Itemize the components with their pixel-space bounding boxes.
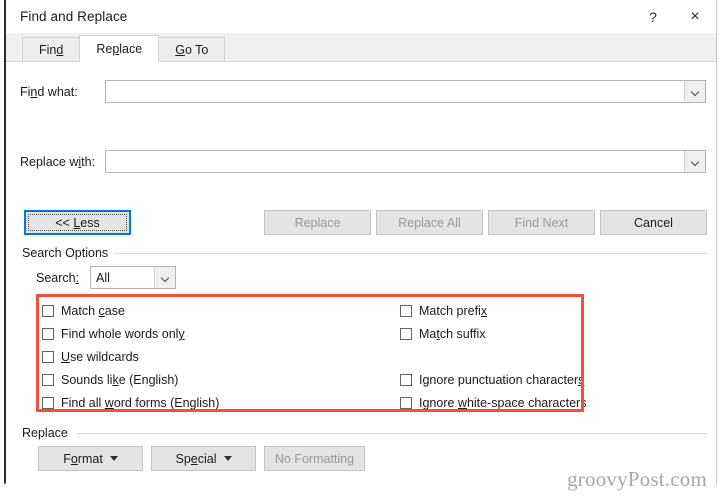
checkbox-find-whole-words-only[interactable]: Find whole words only: [42, 326, 185, 342]
replace-all-button[interactable]: Replace All: [376, 210, 483, 235]
checkbox-box[interactable]: [42, 374, 54, 386]
no-formatting-button[interactable]: No Formatting: [264, 446, 365, 471]
search-scope-dropdown-button[interactable]: [154, 267, 175, 288]
tab-goto-accel: G: [175, 42, 185, 57]
search-scope-label-a: Search: [36, 271, 76, 285]
checkbox-sounds-like-label: Sounds like (English): [61, 373, 179, 387]
checkbox-box[interactable]: [42, 328, 54, 340]
window-controls: ? ×: [632, 0, 716, 33]
format-label-b: rmat: [77, 451, 103, 466]
window-title: Find and Replace: [20, 9, 128, 24]
chevron-down-icon: [692, 88, 699, 95]
search-scope-combobox[interactable]: All: [90, 266, 176, 289]
less-label-b: ess: [80, 215, 100, 230]
tab-find-label-a: Fin: [39, 42, 57, 57]
find-what-label: Find what:: [20, 85, 78, 99]
tab-replace-accel: p: [112, 41, 120, 56]
chevron-down-icon: [223, 456, 232, 461]
replace-with-label-b: th:: [81, 155, 96, 169]
chevron-down-icon: [162, 274, 169, 281]
checkbox-match-prefix[interactable]: Match prefix: [400, 303, 487, 319]
checkbox-use-wildcards[interactable]: Use wildcards: [42, 349, 139, 365]
checkbox-match-suffix-label: Match suffix: [419, 327, 486, 341]
format-label-a: F: [63, 451, 71, 466]
checkbox-ignore-white-space-label: Ignore white-space characters: [419, 396, 587, 410]
tab-replace[interactable]: Re p lace: [79, 35, 160, 62]
search-options-divider: [109, 253, 707, 254]
find-what-label-b: d what:: [37, 85, 78, 99]
special-label-b: cial: [197, 451, 217, 466]
find-what-input[interactable]: [106, 81, 684, 102]
dialog-body: Find what: Replace with: << Less Replace…: [6, 62, 716, 484]
replace-button[interactable]: Replace: [264, 210, 371, 235]
checkbox-match-suffix[interactable]: Match suffix: [400, 326, 485, 342]
less-button[interactable]: << Less: [24, 210, 131, 235]
checkbox-match-case-label: Match case: [61, 304, 125, 318]
search-scope-label: Search:: [36, 271, 79, 285]
chevron-down-icon: [692, 158, 699, 165]
special-button[interactable]: Special: [151, 446, 256, 471]
replace-group-label: Replace: [22, 426, 74, 440]
checkbox-box[interactable]: [42, 351, 54, 363]
special-accel: e: [190, 451, 198, 466]
checkbox-ignore-punctuation-label: Ignore punctuation characters: [419, 373, 585, 387]
title-bar: Find and Replace ? ×: [6, 0, 716, 33]
checkbox-box[interactable]: [42, 397, 54, 409]
checkbox-find-whole-words-only-label: Find whole words only: [61, 327, 185, 341]
checkbox-box[interactable]: [400, 305, 412, 317]
checkbox-ignore-punctuation[interactable]: Ignore punctuation characters: [400, 372, 584, 388]
checkbox-match-case[interactable]: Match case: [42, 303, 125, 319]
format-accel: o: [70, 451, 78, 466]
tab-replace-label-b: lace: [119, 41, 143, 56]
find-and-replace-dialog: Find and Replace ? × Fin d Re p lace Go To …: [4, 0, 717, 484]
replace-group-divider: [77, 433, 707, 434]
find-what-combobox[interactable]: [105, 80, 706, 103]
chevron-down-icon: [109, 456, 118, 461]
cancel-button[interactable]: Cancel: [600, 210, 707, 235]
search-scope-value[interactable]: All: [91, 267, 154, 288]
checkbox-box[interactable]: [400, 328, 412, 340]
replace-with-dropdown-button[interactable]: [684, 151, 705, 172]
tab-go-to[interactable]: Go To: [158, 37, 226, 62]
less-label-a: <<: [55, 215, 74, 230]
special-label-a: Sp: [175, 451, 191, 466]
help-icon[interactable]: ?: [632, 0, 674, 33]
find-what-dropdown-button[interactable]: [684, 81, 705, 102]
checkbox-match-prefix-label: Match prefix: [419, 304, 488, 318]
search-scope-accel: :: [75, 271, 80, 285]
search-options-group-label: Search Options: [22, 246, 115, 260]
tab-replace-label-a: Re: [96, 41, 113, 56]
tab-find[interactable]: Fin d: [22, 37, 81, 62]
checkbox-use-wildcards-label: Use wildcards: [61, 350, 139, 364]
checkbox-find-all-word-forms[interactable]: Find all word forms (English): [42, 395, 219, 411]
replace-with-combobox[interactable]: [105, 150, 706, 173]
replace-with-label: Replace with:: [20, 155, 95, 169]
replace-with-input[interactable]: [106, 151, 684, 172]
checkbox-find-all-word-forms-label: Find all word forms (English): [61, 396, 220, 410]
format-button[interactable]: Format: [38, 446, 143, 471]
checkbox-box[interactable]: [400, 397, 412, 409]
checkbox-ignore-white-space[interactable]: Ignore white-space characters: [400, 395, 586, 411]
tab-strip: Fin d Re p lace Go To: [6, 33, 716, 62]
close-icon[interactable]: ×: [674, 0, 716, 33]
checkbox-box[interactable]: [400, 374, 412, 386]
checkbox-box[interactable]: [42, 305, 54, 317]
tab-find-accel: d: [56, 42, 64, 57]
find-next-button[interactable]: Find Next: [488, 210, 595, 235]
tab-goto-label-b: o To: [184, 42, 209, 57]
replace-with-label-a: Replace w: [20, 155, 79, 169]
find-what-label-a: Fi: [20, 85, 31, 99]
checkbox-sounds-like[interactable]: Sounds like (English): [42, 372, 178, 388]
watermark: groovyPost.com: [567, 467, 707, 491]
